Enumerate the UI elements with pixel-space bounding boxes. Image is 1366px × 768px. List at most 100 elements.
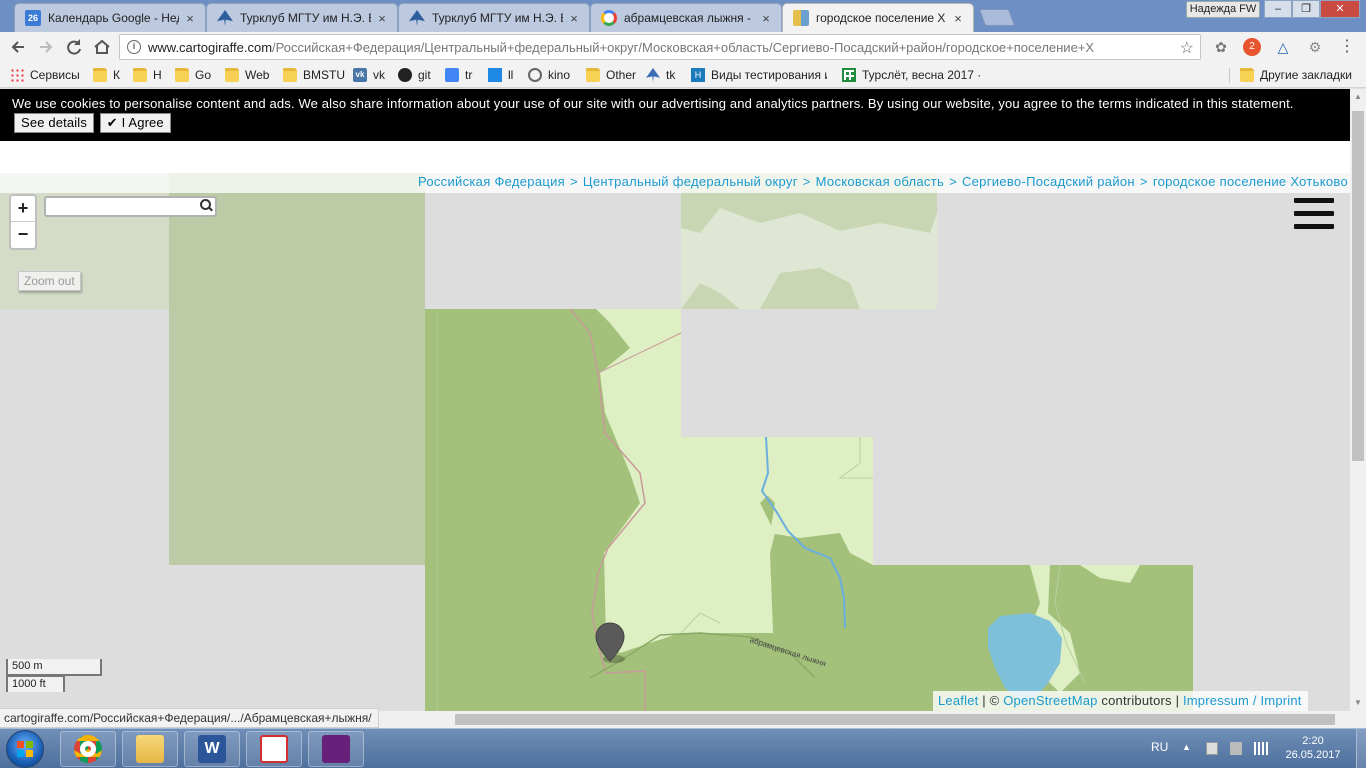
word-icon: W [198, 735, 226, 763]
taskbar-explorer[interactable] [122, 731, 178, 767]
scroll-down-icon[interactable]: ▼ [1350, 695, 1366, 711]
tab-google-search[interactable]: абрамцевская лыжня - × [590, 3, 782, 32]
bookmark-vk[interactable]: vk vk [353, 66, 385, 84]
taskbar-chrome[interactable] [60, 731, 116, 767]
vertical-scroll-thumb[interactable] [1352, 111, 1364, 461]
tab-cartogiraffe[interactable]: городское поселение Х × [782, 3, 974, 32]
address-bar[interactable]: i www.cartogiraffe.com/Российская+Федера… [119, 34, 1201, 60]
language-indicator[interactable]: RU [1151, 740, 1168, 754]
bookmark-services[interactable]: Сервисы [10, 66, 80, 84]
paw-extension-icon[interactable]: ✿ [1212, 38, 1230, 56]
close-tab-icon[interactable]: × [759, 11, 773, 26]
close-window-button[interactable]: ✕ [1320, 0, 1360, 18]
maximize-button[interactable]: ❐ [1292, 0, 1320, 18]
settings-extension-icon[interactable]: ⚙ [1306, 38, 1324, 56]
url-text[interactable]: www.cartogiraffe.com/Российская+Федераци… [148, 40, 1173, 55]
vertical-scrollbar[interactable]: ▲ ▼ [1350, 89, 1366, 711]
close-tab-icon[interactable]: × [183, 11, 197, 26]
impressum-link[interactable]: Impressum / Imprint [1183, 693, 1302, 708]
breadcrumb-central-district[interactable]: Центральный федеральный округ [583, 174, 798, 189]
leaflet-link[interactable]: Leaflet [938, 693, 978, 708]
forward-button[interactable] [35, 36, 57, 58]
url-path: /Российская+Федерация/Центральный+федера… [272, 40, 1095, 55]
tray-expand-icon[interactable]: ▲ [1182, 742, 1194, 755]
map-marker-icon[interactable] [594, 621, 626, 665]
bookmark-folder-bmstu[interactable]: BMSTU [283, 66, 345, 84]
extension-badge-icon[interactable]: 2 [1243, 38, 1261, 56]
zoom-in-button[interactable]: + [11, 196, 35, 222]
search-icon[interactable] [200, 199, 212, 213]
bookmark-folder-go[interactable]: Go [175, 66, 211, 84]
info-icon[interactable]: i [127, 40, 141, 54]
scale-bar: 500 m 1000 ft [6, 659, 102, 692]
browser-toolbar: i www.cartogiraffe.com/Российская+Федера… [0, 32, 1366, 62]
reload-button[interactable] [63, 36, 85, 58]
scroll-up-icon[interactable]: ▲ [1350, 89, 1366, 105]
bookmark-label: Другие закладки [1260, 68, 1352, 82]
device-icon[interactable] [1230, 742, 1242, 755]
show-desktop-button[interactable] [1356, 729, 1366, 768]
folder-icon [133, 68, 147, 82]
folder-icon [283, 68, 297, 82]
home-button[interactable] [91, 36, 113, 58]
bookmark-git[interactable]: git [398, 66, 431, 84]
network-error-icon[interactable] [1206, 742, 1218, 755]
new-tab-button[interactable] [978, 9, 1016, 26]
signal-icon[interactable] [1254, 742, 1268, 755]
home-icon [94, 39, 110, 54]
bookmark-kino[interactable]: kino [528, 66, 570, 84]
bookmark-translate[interactable]: tr [445, 66, 472, 84]
map-view[interactable]: абрамцевская лыжня Российская Федерация >… [0, 173, 1350, 711]
breadcrumb-moscow-oblast[interactable]: Московская область [816, 174, 944, 189]
breadcrumb: Российская Федерация > Центральный федерал… [0, 173, 1350, 193]
bookmark-ll[interactable]: ll [488, 66, 513, 84]
agree-button[interactable]: ✔ I Agree [99, 113, 171, 133]
tab-title: Турклуб МГТУ им Н.Э. Б [432, 11, 563, 25]
hamburger-menu-icon[interactable] [1294, 198, 1334, 234]
close-tab-icon[interactable]: × [375, 11, 389, 26]
bookmark-label: ll [508, 68, 514, 82]
taskbar-visual-studio[interactable] [308, 731, 364, 767]
tab-google-calendar[interactable]: 26 Календарь Google - Нед × [14, 3, 206, 32]
system-clock[interactable]: 2:20 26.05.2017 [1282, 734, 1344, 762]
map-search-input[interactable] [44, 196, 217, 217]
zoom-out-button[interactable]: − [11, 222, 35, 248]
taskbar-acrobat[interactable] [246, 731, 302, 767]
bookmark-label: Сервисы [30, 68, 80, 82]
openstreetmap-link[interactable]: OpenStreetMap [1003, 693, 1097, 708]
triangle-extension-icon[interactable]: △ [1274, 38, 1292, 56]
back-button[interactable] [7, 36, 29, 58]
see-details-button[interactable]: See details [14, 113, 94, 133]
breadcrumb-sergiev-posad-district[interactable]: Сергиево-Посадский район [962, 174, 1135, 189]
breadcrumb-khotkovo[interactable]: городское поселение Хотьково [1153, 174, 1348, 189]
bookmark-folder-other[interactable]: Other [586, 66, 636, 84]
tab-title: городское поселение Х [816, 11, 946, 25]
bookmark-testing-types[interactable]: H Виды тестирования и [691, 66, 827, 84]
profile-button[interactable]: Надежда FW [1186, 1, 1260, 18]
bookmark-folder-web[interactable]: Web [225, 66, 269, 84]
bookmark-label: Web [245, 68, 270, 82]
tab-turklub-1[interactable]: Турклуб МГТУ им Н.Э. Б × [206, 3, 398, 32]
minimize-button[interactable]: – [1264, 0, 1292, 18]
bookmark-label: Н [153, 68, 162, 82]
attribution-divider: | [1175, 693, 1180, 708]
taskbar-word[interactable]: W [184, 731, 240, 767]
bookmark-tk[interactable]: tk [646, 66, 675, 84]
tab-turklub-2[interactable]: Турклуб МГТУ им Н.Э. Б × [398, 3, 590, 32]
apps-icon [10, 68, 24, 82]
other-bookmarks[interactable]: Другие закладки [1240, 66, 1352, 84]
bookmark-star-icon[interactable]: ☆ [1180, 38, 1194, 58]
horizontal-scroll-thumb[interactable] [455, 714, 1335, 725]
menu-icon[interactable]: ⋮ [1338, 38, 1356, 56]
plane-icon [409, 10, 425, 26]
tab-title: Турклуб МГТУ им Н.Э. Б [240, 11, 371, 25]
close-tab-icon[interactable]: × [951, 11, 965, 26]
bookmark-turslet[interactable]: Турслёт, весна 2017 · [842, 66, 981, 84]
breadcrumb-russia[interactable]: Российская Федерация [418, 174, 565, 189]
zoom-out-text-button[interactable]: Zoom out [18, 271, 81, 291]
bookmark-folder-k[interactable]: К [93, 66, 120, 84]
bookmark-folder-n[interactable]: Н [133, 66, 162, 84]
close-tab-icon[interactable]: × [567, 11, 581, 26]
start-button[interactable] [6, 730, 44, 768]
attribution-divider: | [982, 693, 986, 708]
